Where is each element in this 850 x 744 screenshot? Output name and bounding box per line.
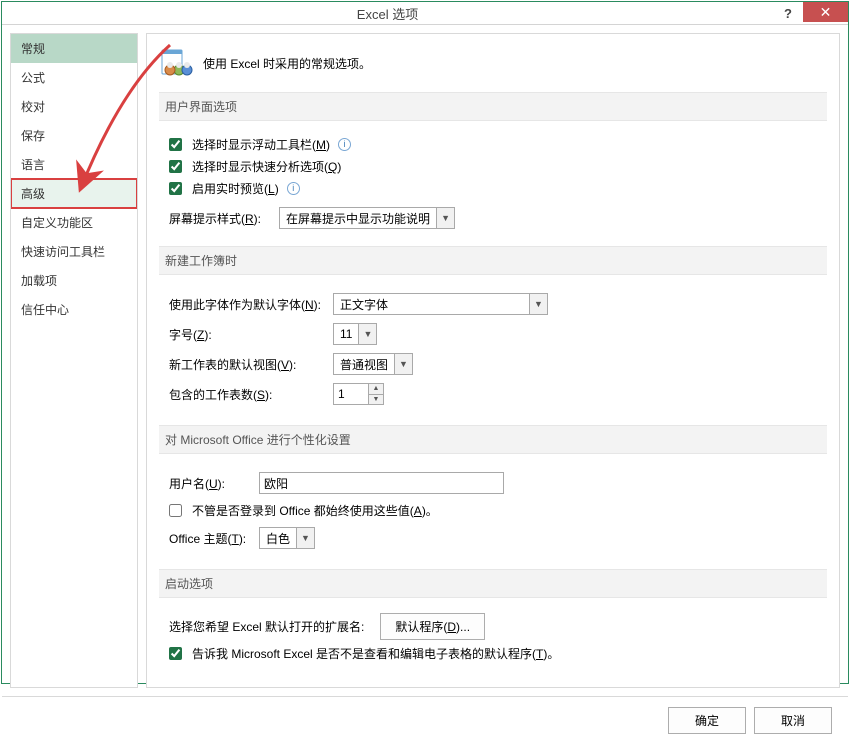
label-office-theme: Office 主题(T): (169, 530, 253, 547)
chevron-down-icon: ▼ (529, 294, 547, 314)
cancel-button[interactable]: 取消 (754, 707, 832, 734)
select-default-view[interactable]: 普通视图 ▼ (333, 353, 413, 375)
spinner-up-icon[interactable]: ▲ (369, 384, 383, 395)
section-body-ui: 选择时显示浮动工具栏(M) i 选择时显示快速分析选项(Q) 启用实时预览(L)… (159, 121, 827, 246)
select-default-font-value: 正文字体 (334, 294, 529, 314)
select-screentip-style[interactable]: 在屏幕提示中显示功能说明 ▼ (279, 207, 455, 229)
select-office-theme-value: 白色 (260, 528, 296, 548)
label-default-program-prompt: 告诉我 Microsoft Excel 是否不是查看和编辑电子表格的默认程序(T… (192, 645, 559, 662)
label-default-font: 使用此字体作为默认字体(N): (169, 296, 327, 313)
label-quick-analysis: 选择时显示快速分析选项(Q) (192, 158, 341, 175)
content-panel: 使用 Excel 时采用的常规选项。 用户界面选项 选择时显示浮动工具栏(M) … (146, 33, 840, 688)
label-floating-toolbar: 选择时显示浮动工具栏(M) (192, 136, 330, 153)
sidebar-item-customize-ribbon[interactable]: 自定义功能区 (11, 208, 137, 237)
sidebar-item-formulas[interactable]: 公式 (11, 63, 137, 92)
sidebar-item-advanced[interactable]: 高级 (11, 179, 137, 208)
label-font-size: 字号(Z): (169, 326, 327, 343)
help-button[interactable]: ? (773, 2, 803, 24)
ok-button[interactable]: 确定 (668, 707, 746, 734)
input-username[interactable] (259, 472, 504, 494)
section-header-startup: 启动选项 (159, 569, 827, 598)
section-body-personalize: 用户名(U): 不管是否登录到 Office 都始终使用这些值(A)。 Offi… (159, 454, 827, 569)
checkbox-default-program-prompt[interactable] (169, 647, 182, 660)
dialog-footer: 确定 取消 (2, 696, 848, 744)
select-font-size[interactable]: 11 ▼ (333, 323, 377, 345)
section-body-startup: 选择您希望 Excel 默认打开的扩展名: 默认程序(D)... 告诉我 Mic… (159, 598, 827, 679)
sidebar-item-quick-access[interactable]: 快速访问工具栏 (11, 237, 137, 266)
chevron-down-icon: ▼ (358, 324, 376, 344)
label-always-use-values: 不管是否登录到 Office 都始终使用这些值(A)。 (192, 502, 438, 519)
label-default-extensions: 选择您希望 Excel 默认打开的扩展名: (169, 618, 364, 635)
label-live-preview: 启用实时预览(L) (192, 180, 279, 197)
titlebar-controls: ? ✕ (773, 2, 848, 24)
intro-row: 使用 Excel 时采用的常规选项。 (159, 42, 827, 92)
section-header-newwb: 新建工作簿时 (159, 246, 827, 275)
label-default-view: 新工作表的默认视图(V): (169, 356, 327, 373)
spinner-down-icon[interactable]: ▼ (369, 395, 383, 405)
checkbox-floating-toolbar[interactable] (169, 138, 182, 151)
label-username: 用户名(U): (169, 475, 253, 492)
checkbox-quick-analysis[interactable] (169, 160, 182, 173)
label-screentip-style: 屏幕提示样式(R): (169, 210, 261, 227)
section-header-ui: 用户界面选项 (159, 92, 827, 121)
spinner-sheet-count[interactable]: ▲ ▼ (333, 383, 384, 405)
options-dialog: Excel 选项 ? ✕ 常规 公式 校对 保存 语言 高级 自定义功能区 快速… (1, 1, 849, 684)
chevron-down-icon: ▼ (394, 354, 412, 374)
info-icon[interactable]: i (338, 138, 351, 151)
sidebar-item-trust-center[interactable]: 信任中心 (11, 295, 137, 324)
label-sheet-count: 包含的工作表数(S): (169, 386, 327, 403)
dialog-body: 常规 公式 校对 保存 语言 高级 自定义功能区 快速访问工具栏 加载项 信任中… (2, 25, 848, 744)
chevron-down-icon: ▼ (436, 208, 454, 228)
checkbox-live-preview[interactable] (169, 182, 182, 195)
sidebar-item-proofing[interactable]: 校对 (11, 92, 137, 121)
content-inner: 使用 Excel 时采用的常规选项。 用户界面选项 选择时显示浮动工具栏(M) … (147, 34, 839, 687)
select-font-size-value: 11 (334, 324, 358, 344)
select-office-theme[interactable]: 白色 ▼ (259, 527, 315, 549)
window-title: Excel 选项 (2, 4, 773, 23)
section-body-newwb: 使用此字体作为默认字体(N): 正文字体 ▼ 字号(Z): 11 ▼ (159, 275, 827, 425)
options-intro-icon (161, 48, 193, 78)
chevron-down-icon: ▼ (296, 528, 314, 548)
select-default-font[interactable]: 正文字体 ▼ (333, 293, 548, 315)
sidebar-item-language[interactable]: 语言 (11, 150, 137, 179)
sidebar-item-addins[interactable]: 加载项 (11, 266, 137, 295)
button-default-programs[interactable]: 默认程序(D)... (380, 613, 485, 640)
dialog-main: 常规 公式 校对 保存 语言 高级 自定义功能区 快速访问工具栏 加载项 信任中… (2, 25, 848, 696)
titlebar: Excel 选项 ? ✕ (2, 2, 848, 25)
sidebar-item-save[interactable]: 保存 (11, 121, 137, 150)
sidebar-item-general[interactable]: 常规 (11, 34, 137, 63)
categories-sidebar: 常规 公式 校对 保存 语言 高级 自定义功能区 快速访问工具栏 加载项 信任中… (10, 33, 138, 688)
select-screentip-value: 在屏幕提示中显示功能说明 (280, 208, 436, 228)
info-icon[interactable]: i (287, 182, 300, 195)
checkbox-always-use-values[interactable] (169, 504, 182, 517)
section-header-personalize: 对 Microsoft Office 进行个性化设置 (159, 425, 827, 454)
input-sheet-count[interactable] (333, 383, 369, 405)
intro-text: 使用 Excel 时采用的常规选项。 (203, 55, 371, 72)
close-button[interactable]: ✕ (803, 2, 848, 22)
select-default-view-value: 普通视图 (334, 354, 394, 374)
